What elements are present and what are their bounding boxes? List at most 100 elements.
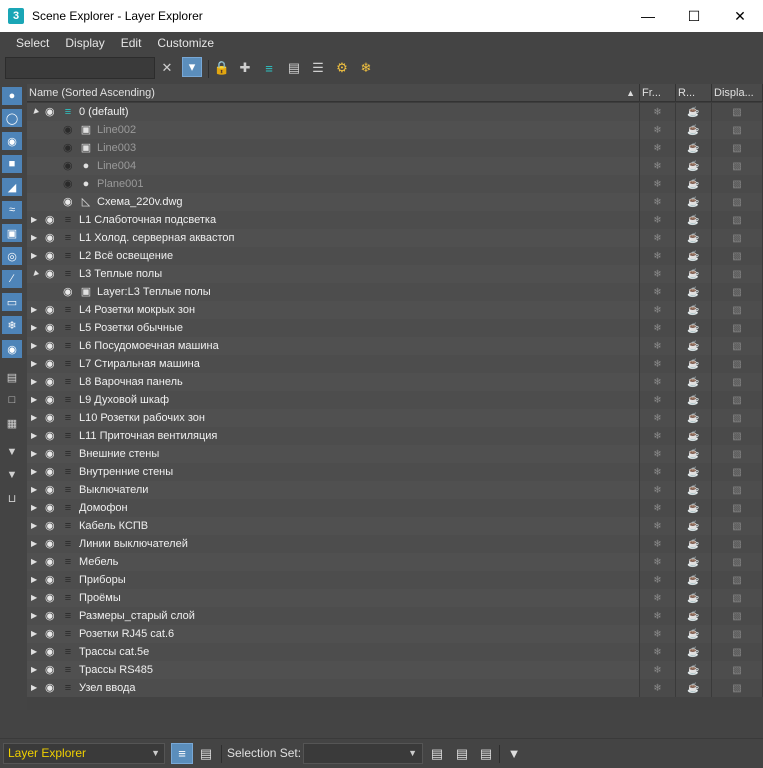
row-name-cell[interactable]: ▶ ◉ ≡ Внутренние стены — [27, 463, 640, 481]
select-invert-icon[interactable]: ▦ — [2, 414, 22, 432]
filter-icon[interactable]: ▾ — [182, 57, 202, 77]
visibility-eye-icon[interactable]: ◉ — [45, 394, 59, 406]
tree-row[interactable]: ▼ ◉ ≡ 0 (default) ❄ ☕ ▧ — [27, 103, 763, 121]
add-layer-icon[interactable]: ✚ — [235, 58, 255, 78]
display-box-icon[interactable]: ▧ — [712, 139, 763, 157]
tree-row[interactable]: ▶ ◉ ≡ Трассы RS485 ❄ ☕ ▧ — [27, 661, 763, 679]
render-teapot-icon[interactable]: ☕ — [676, 355, 712, 373]
lights-filter-icon[interactable]: ◉ — [2, 132, 22, 150]
clear-search-icon[interactable]: ✕ — [157, 58, 177, 78]
render-teapot-icon[interactable]: ☕ — [676, 139, 712, 157]
expand-arrow-icon[interactable]: ▶ — [31, 521, 41, 531]
display-box-icon[interactable]: ▧ — [712, 211, 763, 229]
render-teapot-icon[interactable]: ☕ — [676, 283, 712, 301]
tree-row[interactable]: ▶ ◉ ≡ L2 Всё освещение ❄ ☕ ▧ — [27, 247, 763, 265]
tree-row[interactable]: ▶ ◉ ≡ Домофон ❄ ☕ ▧ — [27, 499, 763, 517]
expand-arrow-icon[interactable]: ▶ — [31, 611, 41, 621]
visibility-eye-icon[interactable]: ◉ — [45, 268, 59, 280]
expand-arrow-icon[interactable]: ▶ — [31, 305, 41, 315]
expand-arrow-icon[interactable]: ▶ — [31, 629, 41, 639]
expand-arrow-icon[interactable]: ▶ — [31, 503, 41, 513]
expand-arrow-icon[interactable]: ▶ — [31, 377, 41, 387]
row-name-cell[interactable]: ▶ ◉ ≡ L9 Духовой шкаф — [27, 391, 640, 409]
row-name-cell[interactable]: ◉ ▣ Line002 — [27, 121, 640, 139]
freeze-snowflake-icon[interactable]: ❄ — [640, 283, 676, 301]
freeze-snowflake-icon[interactable]: ❄ — [640, 355, 676, 373]
freeze-snowflake-icon[interactable]: ❄ — [640, 373, 676, 391]
expand-arrow-icon[interactable]: ▶ — [31, 449, 41, 459]
visibility-eye-icon[interactable]: ◉ — [45, 520, 59, 532]
row-name-cell[interactable]: ▶ ◉ ≡ L8 Варочная панель — [27, 373, 640, 391]
layer-props-icon[interactable]: ⚙ — [332, 58, 352, 78]
tree-row[interactable]: ◉ ▣ Layer:L3 Теплые полы ❄ ☕ ▧ — [27, 283, 763, 301]
tree-row[interactable]: ▶ ◉ ≡ Проёмы ❄ ☕ ▧ — [27, 589, 763, 607]
visibility-eye-icon[interactable]: ◉ — [45, 664, 59, 676]
maximize-button[interactable]: ☐ — [671, 0, 717, 32]
expand-arrow-icon[interactable]: ▶ — [31, 485, 41, 495]
render-teapot-icon[interactable]: ☕ — [676, 301, 712, 319]
selection-set-edit-icon[interactable]: ▤ — [475, 743, 497, 764]
display-box-icon[interactable]: ▧ — [712, 355, 763, 373]
render-teapot-icon[interactable]: ☕ — [676, 445, 712, 463]
freeze-snowflake-icon[interactable]: ❄ — [640, 157, 676, 175]
tree-row[interactable]: ▶ ◉ ≡ Размеры_старый слой ❄ ☕ ▧ — [27, 607, 763, 625]
freeze-snowflake-icon[interactable]: ❄ — [640, 265, 676, 283]
freeze-snowflake-icon[interactable]: ❄ — [640, 517, 676, 535]
display-box-icon[interactable]: ▧ — [712, 175, 763, 193]
freeze-snowflake-icon[interactable]: ❄ — [640, 247, 676, 265]
expand-arrow-icon[interactable]: ▶ — [31, 341, 41, 351]
freeze-snowflake-icon[interactable]: ❄ — [640, 427, 676, 445]
row-name-cell[interactable]: ▶ ◉ ≡ L5 Розетки обычные — [27, 319, 640, 337]
tree-row[interactable]: ▶ ◉ ≡ Приборы ❄ ☕ ▧ — [27, 571, 763, 589]
freeze-snowflake-icon[interactable]: ❄ — [640, 391, 676, 409]
explorer-selector[interactable]: Layer Explorer ▼ — [3, 743, 165, 764]
visibility-eye-icon[interactable]: ◉ — [63, 286, 77, 298]
render-teapot-icon[interactable]: ☕ — [676, 625, 712, 643]
selection-set-dropdown[interactable]: ▼ — [303, 743, 423, 764]
row-name-cell[interactable]: ▶ ◉ ≡ L1 Холод. серверная аквастоп — [27, 229, 640, 247]
display-box-icon[interactable]: ▧ — [712, 373, 763, 391]
freeze-snowflake-icon[interactable]: ❄ — [640, 679, 676, 697]
render-teapot-icon[interactable]: ☕ — [676, 247, 712, 265]
row-name-cell[interactable]: ▶ ◉ ≡ L10 Розетки рабочих зон — [27, 409, 640, 427]
tree-row[interactable]: ▶ ◉ ≡ L1 Слаботочная подсветка ❄ ☕ ▧ — [27, 211, 763, 229]
tree-row[interactable]: ▶ ◉ ≡ L1 Холод. серверная аквастоп ❄ ☕ ▧ — [27, 229, 763, 247]
display-box-icon[interactable]: ▧ — [712, 643, 763, 661]
cameras-filter-icon[interactable]: ■ — [2, 155, 22, 173]
visibility-eye-icon[interactable]: ◉ — [45, 628, 59, 640]
close-button[interactable]: ✕ — [717, 0, 763, 32]
freeze-snowflake-icon[interactable]: ❄ — [640, 229, 676, 247]
visibility-eye-icon[interactable]: ◉ — [45, 106, 59, 118]
freeze-snowflake-icon[interactable]: ❄ — [640, 211, 676, 229]
minimize-button[interactable]: — — [625, 0, 671, 32]
tree-row[interactable]: ▶ ◉ ≡ L10 Розетки рабочих зон ❄ ☕ ▧ — [27, 409, 763, 427]
freeze-snowflake-icon[interactable]: ❄ — [640, 121, 676, 139]
hidden-filter-icon[interactable]: ◉ — [2, 340, 22, 358]
row-name-cell[interactable]: ▶ ◉ ≡ L7 Стиральная машина — [27, 355, 640, 373]
freeze-snowflake-icon[interactable]: ❄ — [640, 499, 676, 517]
display-box-icon[interactable]: ▧ — [712, 499, 763, 517]
display-box-icon[interactable]: ▧ — [712, 625, 763, 643]
render-teapot-icon[interactable]: ☕ — [676, 553, 712, 571]
hierarchy-icon[interactable]: ▤ — [284, 58, 304, 78]
search-input[interactable] — [5, 57, 155, 79]
selection-set-add-icon[interactable]: ▤ — [426, 743, 448, 764]
visibility-eye-icon[interactable]: ◉ — [63, 124, 77, 136]
row-name-cell[interactable]: ◉ ▣ Layer:L3 Теплые полы — [27, 283, 640, 301]
visibility-eye-icon[interactable]: ◉ — [45, 610, 59, 622]
visibility-eye-icon[interactable]: ◉ — [63, 196, 77, 208]
tree-row[interactable]: ◉ ● Plane001 ❄ ☕ ▧ — [27, 175, 763, 193]
visibility-eye-icon[interactable]: ◉ — [45, 502, 59, 514]
render-teapot-icon[interactable]: ☕ — [676, 319, 712, 337]
render-teapot-icon[interactable]: ☕ — [676, 661, 712, 679]
tree-row[interactable]: ◉ ◺ Схема_220v.dwg ❄ ☕ ▧ — [27, 193, 763, 211]
render-teapot-icon[interactable]: ☕ — [676, 481, 712, 499]
visibility-eye-icon[interactable]: ◉ — [45, 214, 59, 226]
render-teapot-icon[interactable]: ☕ — [676, 121, 712, 139]
select-none-icon[interactable]: □ — [2, 391, 22, 409]
visibility-eye-icon[interactable]: ◉ — [45, 484, 59, 496]
visibility-eye-icon[interactable]: ◉ — [45, 358, 59, 370]
row-name-cell[interactable]: ▶ ◉ ≡ L2 Всё освещение — [27, 247, 640, 265]
column-render[interactable]: R... — [676, 84, 712, 102]
freeze-snowflake-icon[interactable]: ❄ — [640, 589, 676, 607]
